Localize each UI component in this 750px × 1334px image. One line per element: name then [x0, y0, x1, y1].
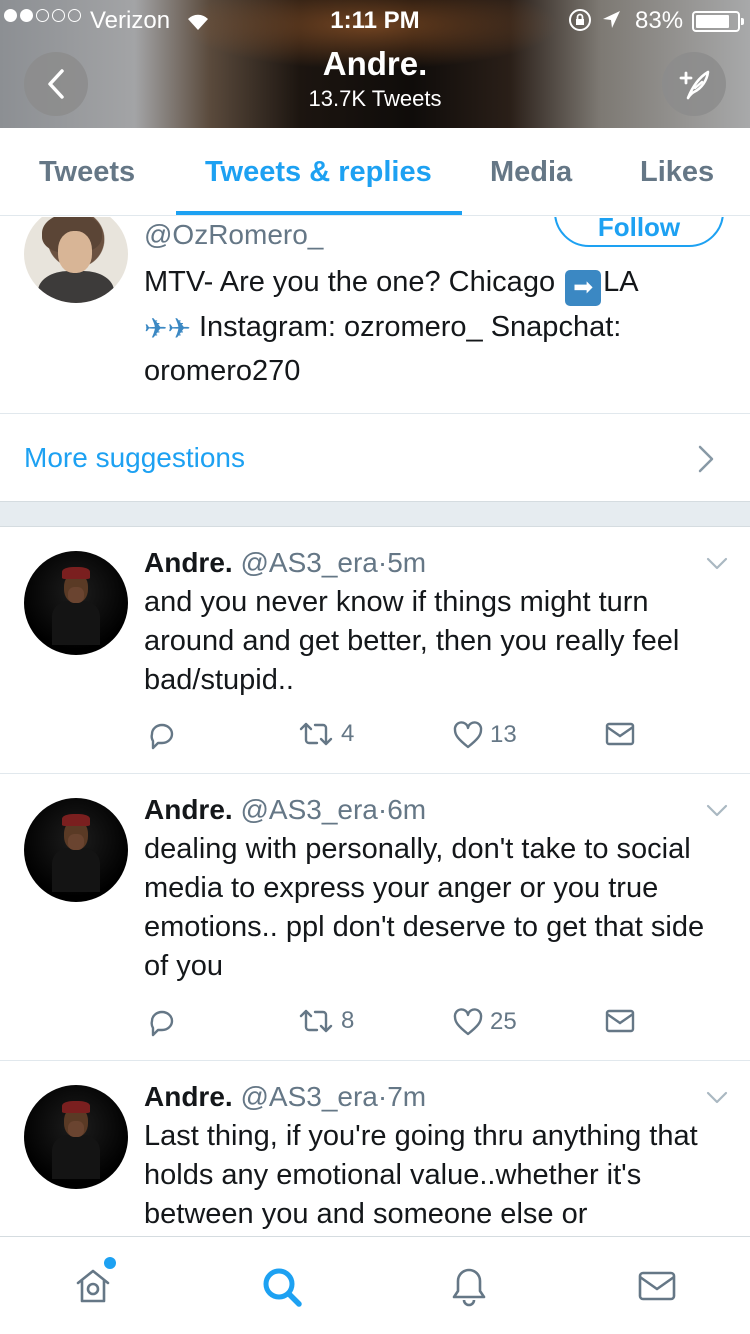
location-arrow-icon — [600, 9, 622, 38]
battery-fill — [696, 15, 729, 28]
tweet-header: Andre. @AS3_era·7m — [144, 1081, 426, 1113]
reply-icon — [150, 1010, 174, 1037]
tweet-handle[interactable]: @AS3_era — [240, 794, 377, 825]
tweet-menu-chevron-icon[interactable] — [706, 1091, 728, 1105]
profile-header: Verizon 1:11 PM 83% Andre. 13.7K Tweets — [0, 0, 750, 128]
tweet-author-name[interactable]: Andre. — [144, 794, 233, 825]
tweet-text: and you never know if things might turn … — [144, 586, 680, 696]
tweet-item[interactable]: Andre. @AS3_era·6m dealing with personal… — [0, 774, 750, 1061]
tweet-avatar[interactable] — [24, 1085, 128, 1189]
battery-icon — [692, 11, 744, 32]
home-tab[interactable] — [72, 1265, 114, 1312]
search-icon — [263, 1268, 302, 1307]
bio-text: LA — [603, 266, 639, 298]
retweet-icon — [299, 1009, 333, 1033]
reply-icon — [150, 723, 174, 750]
retweet-icon — [299, 722, 333, 746]
tweet-item[interactable]: Andre. @AS3_era·7m Last thing, if you're… — [0, 1061, 750, 1236]
heart-icon — [453, 721, 483, 749]
bottom-tab-bar — [0, 1236, 750, 1334]
follow-button[interactable]: Follow — [554, 217, 724, 247]
like-count: 13 — [490, 721, 517, 748]
retweet-button[interactable]: 4 — [297, 720, 354, 748]
tweet-actions: 8 25 — [0, 1007, 750, 1047]
bio-text: Instagram: ozromero_ Snapchat: oromero27… — [144, 311, 622, 387]
active-tab-indicator — [176, 211, 462, 215]
tweet-header: Andre. @AS3_era·6m — [144, 794, 426, 826]
direct-message-button[interactable] — [604, 1007, 636, 1035]
home-icon — [76, 1269, 110, 1303]
tweet-author-name[interactable]: Andre. — [144, 547, 233, 578]
chevron-right-icon — [698, 445, 714, 473]
profile-tabs: Tweets Tweets & replies Media Likes — [0, 128, 750, 216]
tweet-menu-chevron-icon[interactable] — [706, 804, 728, 818]
compose-feather-icon — [679, 70, 710, 100]
tweet-text: dealing with personally, don't take to s… — [144, 833, 705, 982]
suggestion-card: Follow @OzRomero_ MTV- Are you the one? … — [0, 217, 750, 414]
envelope-icon — [605, 722, 635, 746]
compose-button[interactable] — [662, 52, 726, 116]
tweet-count: 13.7K Tweets — [308, 86, 442, 111]
new-content-indicator — [104, 1257, 116, 1269]
direct-message-button[interactable] — [604, 720, 636, 748]
tweet-text: Last thing, if you're going thru anythin… — [144, 1120, 698, 1230]
reply-button[interactable] — [146, 720, 178, 752]
status-bar: Verizon 1:11 PM 83% — [0, 0, 750, 40]
tweet-handle[interactable]: @AS3_era — [240, 547, 377, 578]
section-divider — [0, 502, 750, 527]
tweet-separator: · — [377, 547, 388, 578]
tab-tweets[interactable]: Tweets — [39, 156, 135, 189]
more-suggestions-label: More suggestions — [24, 442, 246, 473]
suggestion-avatar[interactable] — [24, 217, 128, 303]
retweet-button[interactable]: 8 — [297, 1007, 354, 1035]
tweet-avatar[interactable] — [24, 798, 128, 902]
retweet-count: 8 — [341, 1007, 355, 1034]
tweet-item[interactable]: Andre. @AS3_era·5m and you never know if… — [0, 527, 750, 774]
right-arrow-emoji-icon: ➡ — [565, 270, 602, 306]
tab-likes[interactable]: Likes — [640, 156, 714, 189]
envelope-icon — [605, 1009, 635, 1033]
notifications-tab[interactable] — [448, 1265, 490, 1312]
bio-text: MTV- Are you the one? Chicago — [144, 266, 556, 298]
reply-button[interactable] — [146, 1007, 178, 1039]
search-tab[interactable] — [260, 1265, 304, 1314]
envelope-icon — [638, 1271, 676, 1301]
bell-icon — [452, 1268, 486, 1307]
battery-percent: 83% — [635, 7, 684, 34]
more-suggestions-row[interactable]: More suggestions — [0, 414, 750, 502]
retweet-count: 4 — [341, 720, 355, 747]
tweet-menu-chevron-icon[interactable] — [706, 557, 728, 571]
tweet-author-name[interactable]: Andre. — [144, 1081, 233, 1112]
tweet-header: Andre. @AS3_era·5m — [144, 547, 426, 579]
tweet-time: 5m — [387, 547, 427, 578]
airplane-emoji-icon: ✈✈ — [144, 313, 191, 344]
messages-tab[interactable] — [636, 1265, 678, 1312]
like-button[interactable]: 25 — [452, 1007, 517, 1037]
tweet-time: 7m — [387, 1081, 427, 1112]
tweet-actions: 4 13 — [0, 720, 750, 760]
tweet-separator: · — [377, 794, 388, 825]
like-button[interactable]: 13 — [452, 720, 517, 750]
tab-tweets-and-replies[interactable]: Tweets & replies — [205, 156, 432, 189]
tweet-handle[interactable]: @AS3_era — [240, 1081, 377, 1112]
heart-icon — [453, 1008, 483, 1036]
tab-media[interactable]: Media — [490, 156, 572, 189]
like-count: 25 — [490, 1008, 517, 1035]
tweet-separator: · — [377, 1081, 388, 1112]
profile-name-title: Andre. — [322, 45, 428, 82]
suggestion-handle[interactable]: @OzRomero_ — [144, 219, 323, 251]
suggestion-bio: MTV- Are you the one? Chicago ➡ LA ✈✈ Ins… — [144, 261, 734, 393]
tweet-avatar[interactable] — [24, 551, 128, 655]
tweet-time: 6m — [387, 794, 427, 825]
rotation-lock-icon — [568, 8, 592, 39]
